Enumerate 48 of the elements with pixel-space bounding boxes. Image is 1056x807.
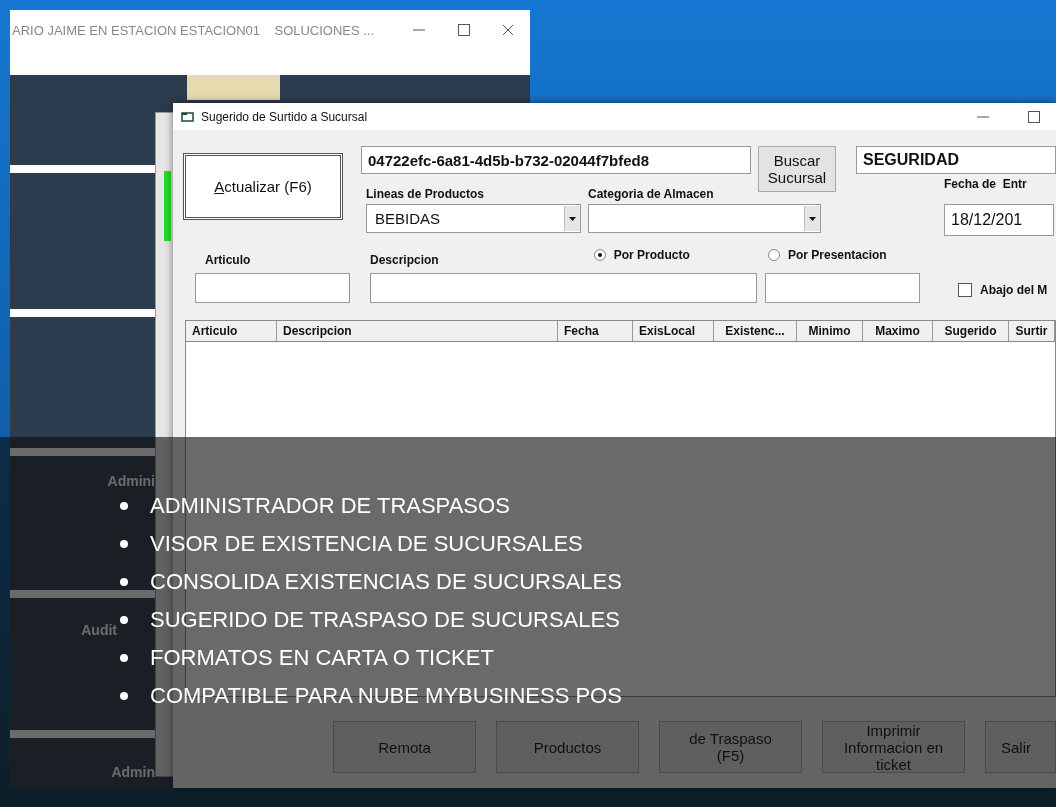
- below-min-checkbox[interactable]: Abajo del M: [958, 283, 1048, 297]
- window-icon: [181, 110, 195, 123]
- column-header[interactable]: Descripcion: [277, 321, 558, 341]
- tile-label: Admin: [111, 764, 155, 780]
- column-header[interactable]: ExisLocal: [633, 321, 714, 341]
- search-branch-button[interactable]: Buscar Sucursal: [758, 146, 836, 192]
- close-icon[interactable]: [502, 24, 514, 36]
- update-button[interactable]: Actualizar (F6): [183, 153, 343, 220]
- bullet-icon: [120, 692, 128, 700]
- window-title: ARIO JAIME EN ESTACION ESTACION01 SOLUCIONES ...: [12, 22, 376, 38]
- dialog-title: Sugerido de Surtido a Sucursal: [201, 109, 369, 124]
- column-header[interactable]: Maximo: [863, 321, 933, 341]
- maximize-icon[interactable]: [458, 24, 470, 36]
- field-label: Fecha de Entr: [944, 177, 1028, 191]
- bullet-icon: [120, 578, 128, 586]
- column-header[interactable]: Minimo: [797, 321, 863, 341]
- article-field[interactable]: [195, 273, 350, 303]
- maximize-icon[interactable]: [1028, 110, 1040, 123]
- bullet-icon: [120, 654, 128, 662]
- field-label: Categoria de Almacen: [588, 187, 715, 201]
- category-dropdown[interactable]: [588, 204, 821, 233]
- field-label: Articulo: [204, 253, 252, 267]
- column-header[interactable]: Surtir: [1009, 321, 1055, 341]
- menu-tile[interactable]: [10, 75, 155, 165]
- description-field[interactable]: [370, 273, 757, 303]
- column-header[interactable]: Fecha: [558, 321, 633, 341]
- menu-tile[interactable]: [10, 173, 155, 309]
- bullet-icon: [120, 502, 128, 510]
- branch-name-field[interactable]: SEGURIDAD: [856, 146, 1056, 174]
- field-label: Lineas de Productos: [366, 187, 486, 201]
- column-header[interactable]: Sugerido: [933, 321, 1009, 341]
- product-line-dropdown[interactable]: BEBIDAS: [366, 204, 581, 233]
- status-bar-fill: [164, 171, 171, 241]
- column-header[interactable]: Existenc...: [714, 321, 797, 341]
- branch-id-field[interactable]: 04722efc-6a81-4d5b-b732-02044f7bfed8: [361, 146, 751, 174]
- tile-label: Audit: [81, 622, 117, 638]
- mode-radio[interactable]: Por Producto: [593, 248, 690, 262]
- field-label: Descripcion: [370, 252, 439, 267]
- date-field[interactable]: 18/12/201: [944, 204, 1054, 236]
- dropdown-arrow-icon: [809, 216, 816, 221]
- column-header[interactable]: Articulo: [186, 321, 277, 341]
- bullet-icon: [120, 540, 128, 548]
- presentation-field[interactable]: [765, 273, 920, 303]
- dropdown-arrow-icon: [569, 216, 576, 221]
- menu-tile[interactable]: [10, 317, 155, 448]
- bullet-icon: [120, 616, 128, 624]
- mode-radio[interactable]: Por Presentacion: [768, 248, 920, 267]
- tile-label: Admini: [107, 473, 155, 489]
